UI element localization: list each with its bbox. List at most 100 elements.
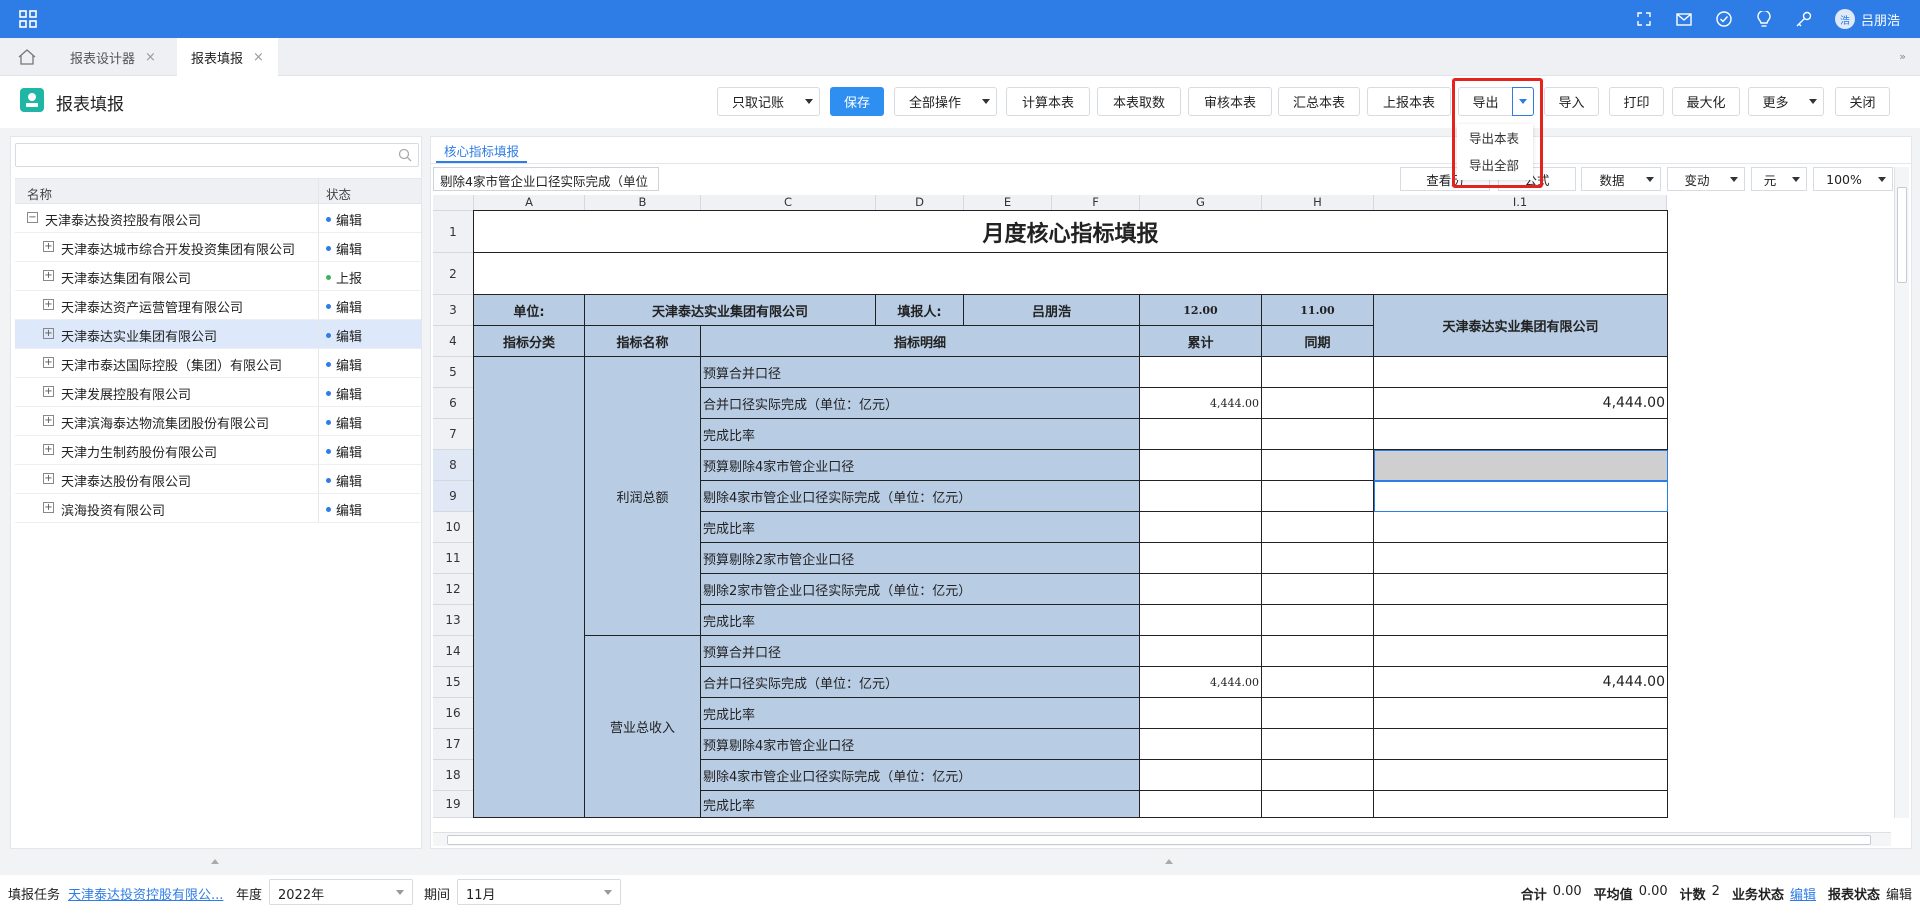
company-value-cell-selected[interactable]	[1374, 450, 1668, 481]
cumulative-cell[interactable]	[1140, 543, 1262, 574]
close-icon[interactable]: ×	[145, 50, 156, 65]
row-header[interactable]: 13	[433, 605, 474, 636]
check-circle-icon[interactable]	[1715, 10, 1733, 28]
home-icon[interactable]	[18, 49, 36, 65]
cumulative-cell[interactable]: 4,444.00	[1140, 388, 1262, 419]
col-header[interactable]: E	[964, 195, 1052, 211]
tree-row[interactable]: + 天津滨海泰达物流集团股份有限公司 编辑	[15, 407, 421, 436]
company-value-cell[interactable]	[1374, 512, 1668, 543]
collapse-panel-icon[interactable]	[1165, 858, 1173, 864]
col-header[interactable]: F	[1052, 195, 1140, 211]
bulb-icon[interactable]	[1755, 10, 1773, 28]
report-button[interactable]: 上报本表	[1367, 87, 1451, 116]
header-detail[interactable]: 指标明细	[701, 326, 1140, 357]
zoom-dropdown[interactable]: 100%	[1813, 167, 1893, 191]
row-header[interactable]: 12	[433, 574, 474, 605]
fetch-button[interactable]: 本表取数	[1097, 87, 1181, 116]
tree-search-input[interactable]	[15, 143, 419, 167]
row-header[interactable]: 8	[433, 450, 474, 481]
expand-icon[interactable]: +	[43, 299, 54, 310]
tree-row[interactable]: + 天津泰达股份有限公司 编辑	[15, 465, 421, 494]
mail-icon[interactable]	[1675, 10, 1693, 28]
horizontal-scrollbar[interactable]	[433, 832, 1891, 846]
period-select[interactable]: 11月	[457, 879, 621, 905]
key-icon[interactable]	[1795, 10, 1813, 28]
row-header[interactable]: 19	[433, 791, 474, 818]
group-revenue-cell[interactable]: 营业总收入	[585, 636, 701, 818]
close-icon[interactable]: ×	[253, 50, 264, 65]
same-period-cell[interactable]	[1262, 605, 1374, 636]
year-select[interactable]: 2022年	[269, 879, 413, 905]
g3-cell[interactable]: 12.00	[1140, 295, 1262, 326]
h3-cell[interactable]: 11.00	[1262, 295, 1374, 326]
same-period-cell[interactable]	[1262, 357, 1374, 388]
print-button[interactable]: 打印	[1609, 87, 1664, 116]
zhiqu-button[interactable]: 只取记账	[717, 87, 799, 116]
cumulative-cell[interactable]	[1140, 512, 1262, 543]
row-header[interactable]: 4	[433, 326, 474, 357]
company-value-cell[interactable]	[1374, 760, 1668, 791]
tree-row[interactable]: + 天津力生制药股份有限公司 编辑	[15, 436, 421, 465]
detail-cell[interactable]: 合并口径实际完成（单位：亿元）	[701, 388, 1140, 419]
same-period-cell[interactable]	[1262, 791, 1374, 818]
formula-input[interactable]: 剔除4家市管企业口径实际完成（单位	[433, 167, 659, 191]
same-period-cell[interactable]	[1262, 667, 1374, 698]
cumulative-cell[interactable]	[1140, 574, 1262, 605]
row-header[interactable]: 3	[433, 295, 474, 326]
filler-label-cell[interactable]: 填报人:	[876, 295, 964, 326]
detail-cell[interactable]: 合并口径实际完成（单位：亿元）	[701, 667, 1140, 698]
expand-icon[interactable]: +	[43, 328, 54, 339]
company-value-cell[interactable]	[1374, 636, 1668, 667]
unit-value-cell[interactable]: 天津泰达实业集团有限公司	[585, 295, 876, 326]
filler-value-cell[interactable]: 吕朋浩	[964, 295, 1140, 326]
expand-icon[interactable]: +	[43, 502, 54, 513]
expand-icon[interactable]: +	[43, 473, 54, 484]
expand-icon[interactable]: +	[43, 357, 54, 368]
company-header-cell[interactable]: 天津泰达实业集团有限公司	[1374, 295, 1668, 357]
row-header[interactable]: 14	[433, 636, 474, 667]
same-period-cell[interactable]	[1262, 419, 1374, 450]
more-dropdown[interactable]	[1802, 87, 1824, 116]
company-value-cell[interactable]	[1374, 357, 1668, 388]
detail-cell[interactable]: 完成比率	[701, 512, 1140, 543]
tab-report-fill[interactable]: 报表填报 ×	[177, 38, 278, 76]
change-dropdown[interactable]: 变动	[1667, 167, 1745, 191]
tree-row-selected[interactable]: + 天津泰达实业集团有限公司 编辑	[15, 320, 421, 349]
cumulative-cell[interactable]	[1140, 760, 1262, 791]
expand-icon[interactable]: +	[43, 386, 54, 397]
user-menu[interactable]: 浩吕朋浩	[1834, 9, 1900, 29]
cumulative-cell[interactable]	[1140, 419, 1262, 450]
tree-row[interactable]: − 天津泰达投资控股有限公司 编辑	[15, 204, 421, 233]
detail-cell[interactable]: 完成比率	[701, 791, 1140, 818]
data-dropdown[interactable]: 数据	[1581, 167, 1661, 191]
cumulative-cell[interactable]	[1140, 729, 1262, 760]
same-period-cell[interactable]	[1262, 450, 1374, 481]
row-header[interactable]: 16	[433, 698, 474, 729]
scrollbar-thumb[interactable]	[1897, 187, 1907, 283]
company-value-cell[interactable]: 4,444.00	[1374, 388, 1668, 419]
fullscreen-icon[interactable]	[1635, 10, 1653, 28]
zhiqu-dropdown[interactable]	[798, 87, 820, 116]
same-period-cell[interactable]	[1262, 636, 1374, 667]
same-period-cell[interactable]	[1262, 481, 1374, 512]
cumulative-cell[interactable]	[1140, 791, 1262, 818]
vertical-scrollbar[interactable]	[1894, 167, 1909, 818]
col-header[interactable]: A	[474, 195, 585, 211]
company-value-cell[interactable]	[1374, 698, 1668, 729]
row-header[interactable]: 15	[433, 667, 474, 698]
cumulative-cell[interactable]	[1140, 450, 1262, 481]
corner-cell[interactable]	[433, 195, 474, 211]
row-header[interactable]: 17	[433, 729, 474, 760]
header-same-period[interactable]: 同期	[1262, 326, 1374, 357]
row-header[interactable]: 9	[433, 481, 474, 512]
sheet-title[interactable]: 月度核心指标填报	[474, 211, 1668, 253]
col-header[interactable]: C	[701, 195, 876, 211]
col-header[interactable]: G	[1140, 195, 1262, 211]
cumulative-cell[interactable]	[1140, 636, 1262, 667]
cumulative-cell[interactable]	[1140, 357, 1262, 388]
collapse-panel-icon[interactable]	[211, 858, 219, 864]
tree-row[interactable]: + 天津市泰达国际控股（集团）有限公司 编辑	[15, 349, 421, 378]
detail-cell[interactable]: 预算剔除4家市管企业口径	[701, 729, 1140, 760]
same-period-cell[interactable]	[1262, 574, 1374, 605]
row-header[interactable]: 1	[433, 211, 474, 253]
